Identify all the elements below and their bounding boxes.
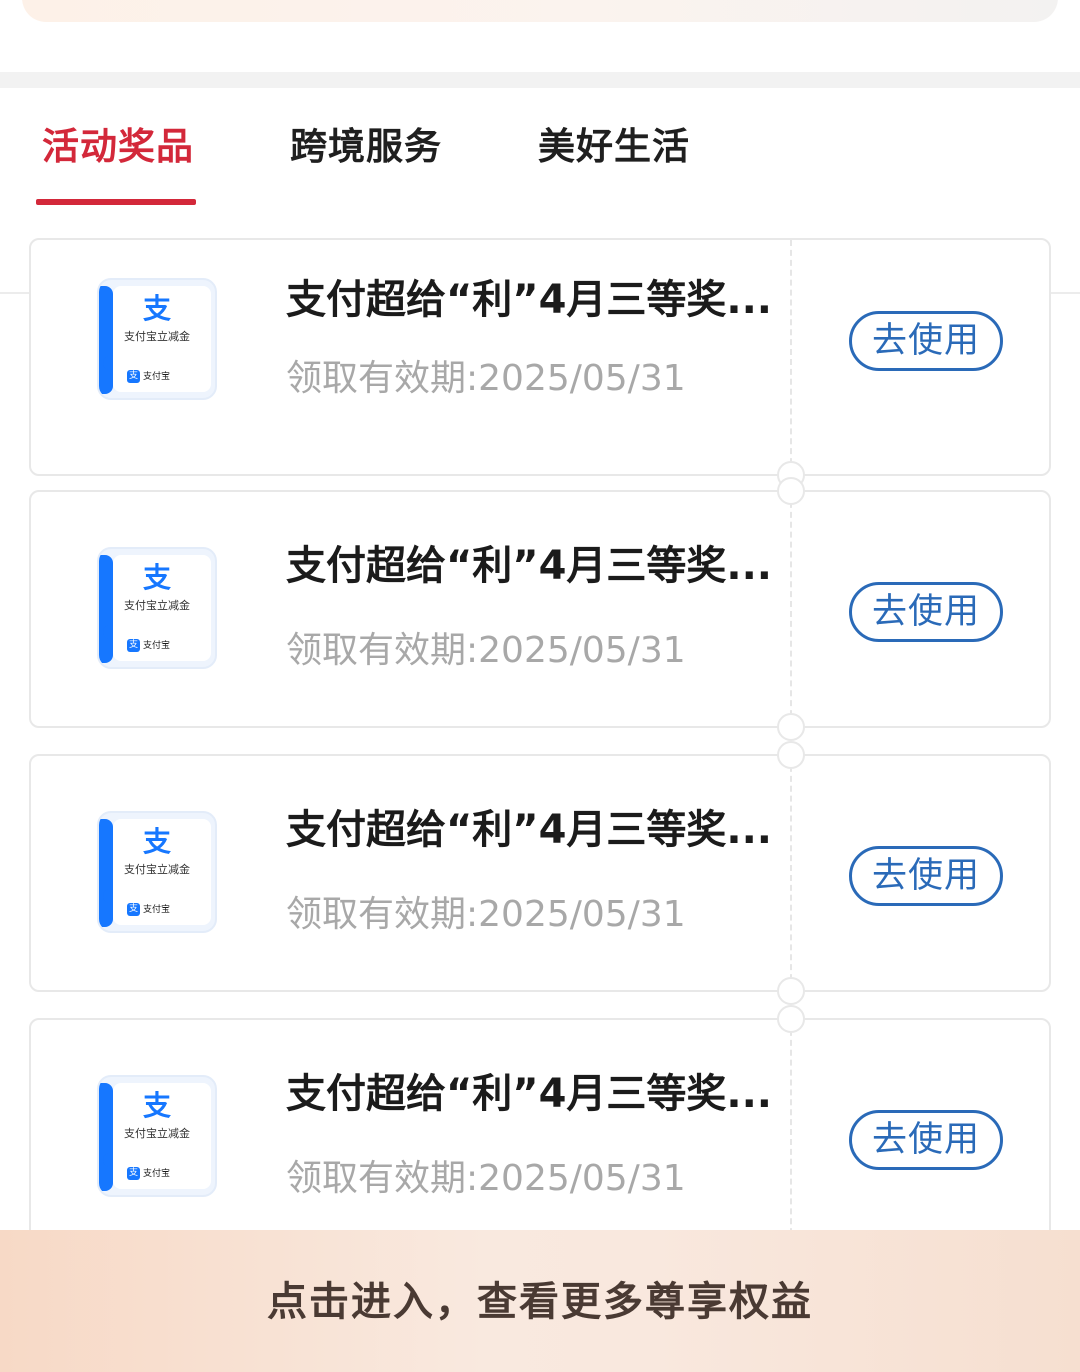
tab-good-life[interactable]: 美好生活 [538, 122, 690, 172]
alipay-logo-icon: 支 [142, 561, 171, 594]
use-button[interactable]: 去使用 [849, 311, 1003, 371]
coupon-validity: 领取有效期:2025/05/31 [286, 358, 686, 399]
tab-activity-prizes[interactable]: 活动奖品 [42, 122, 194, 172]
coupon-name: 支付超给“利”4月三等奖... [286, 807, 772, 853]
coupon-validity: 领取有效期:2025/05/31 [286, 1158, 686, 1199]
alipay-logo-icon: 支 [142, 1089, 171, 1122]
coupon-card[interactable]: 支 支付宝立减金 支 支付宝 支付超给“利”4月三等奖... 领取有效期:202… [29, 238, 1051, 489]
thumbnail-title: 支付宝立减金 [124, 599, 190, 612]
card-notch [777, 977, 805, 1005]
card-divider [790, 1020, 792, 1230]
active-tab-indicator [36, 199, 196, 205]
coupon-validity: 领取有效期:2025/05/31 [286, 894, 686, 935]
alipay-mini-icon: 支 [127, 639, 140, 652]
card-divider [790, 756, 792, 990]
coupon-card[interactable]: 支 支付宝立减金 支 支付宝 支付超给“利”4月三等奖... 领取有效期:202… [29, 1005, 1051, 1230]
alipay-logo-icon: 支 [142, 825, 171, 858]
coupon-thumbnail: 支 支付宝立减金 支 支付宝 [97, 278, 217, 400]
coupon-card[interactable]: 支 支付宝立减金 支 支付宝 支付超给“利”4月三等奖... 领取有效期:202… [29, 477, 1051, 741]
card-notch [777, 1005, 805, 1033]
alipay-logo-icon: 支 [142, 292, 171, 325]
thumbnail-title: 支付宝立减金 [124, 1127, 190, 1140]
page: 活动奖品 跨境服务 美好生活 支 支付宝立减金 支 支付宝 支付超给“利”4月三… [0, 0, 1080, 1372]
coupon-card[interactable]: 支 支付宝立减金 支 支付宝 支付超给“利”4月三等奖... 领取有效期:202… [29, 741, 1051, 1005]
thumbnail-brand: 支付宝 [143, 1169, 171, 1179]
more-benefits-label: 点击进入，查看更多尊享权益 [267, 1279, 813, 1325]
use-button[interactable]: 去使用 [849, 846, 1003, 906]
thumbnail-brand: 支付宝 [143, 641, 171, 651]
alipay-mini-icon: 支 [127, 370, 140, 383]
thumbnail-brand: 支付宝 [143, 905, 171, 915]
tab-bar: 活动奖品 跨境服务 美好生活 [0, 88, 1080, 294]
use-button[interactable]: 去使用 [849, 1110, 1003, 1170]
more-benefits-bar[interactable]: 点击进入，查看更多尊享权益 [0, 1230, 1080, 1372]
coupon-name: 支付超给“利”4月三等奖... [286, 543, 772, 589]
thumbnail-title: 支付宝立减金 [124, 330, 190, 343]
coupon-validity: 领取有效期:2025/05/31 [286, 630, 686, 671]
alipay-mini-icon: 支 [127, 903, 140, 916]
coupon-thumbnail: 支 支付宝立减金 支 支付宝 [97, 811, 217, 933]
section-separator [0, 72, 1080, 88]
top-banner[interactable] [22, 0, 1058, 22]
thumbnail-brand: 支付宝 [143, 372, 171, 382]
coupon-name: 支付超给“利”4月三等奖... [286, 277, 772, 323]
card-divider [790, 492, 792, 726]
coupon-list[interactable]: 支 支付宝立减金 支 支付宝 支付超给“利”4月三等奖... 领取有效期:202… [0, 206, 1080, 1230]
thumbnail-title: 支付宝立减金 [124, 863, 190, 876]
tab-cross-border-services[interactable]: 跨境服务 [290, 122, 442, 172]
coupon-thumbnail: 支 支付宝立减金 支 支付宝 [97, 1075, 217, 1197]
alipay-mini-icon: 支 [127, 1167, 140, 1180]
card-notch [777, 713, 805, 741]
card-notch [777, 477, 805, 505]
use-button[interactable]: 去使用 [849, 582, 1003, 642]
card-notch [777, 741, 805, 769]
coupon-name: 支付超给“利”4月三等奖... [286, 1071, 772, 1117]
coupon-thumbnail: 支 支付宝立减金 支 支付宝 [97, 547, 217, 669]
